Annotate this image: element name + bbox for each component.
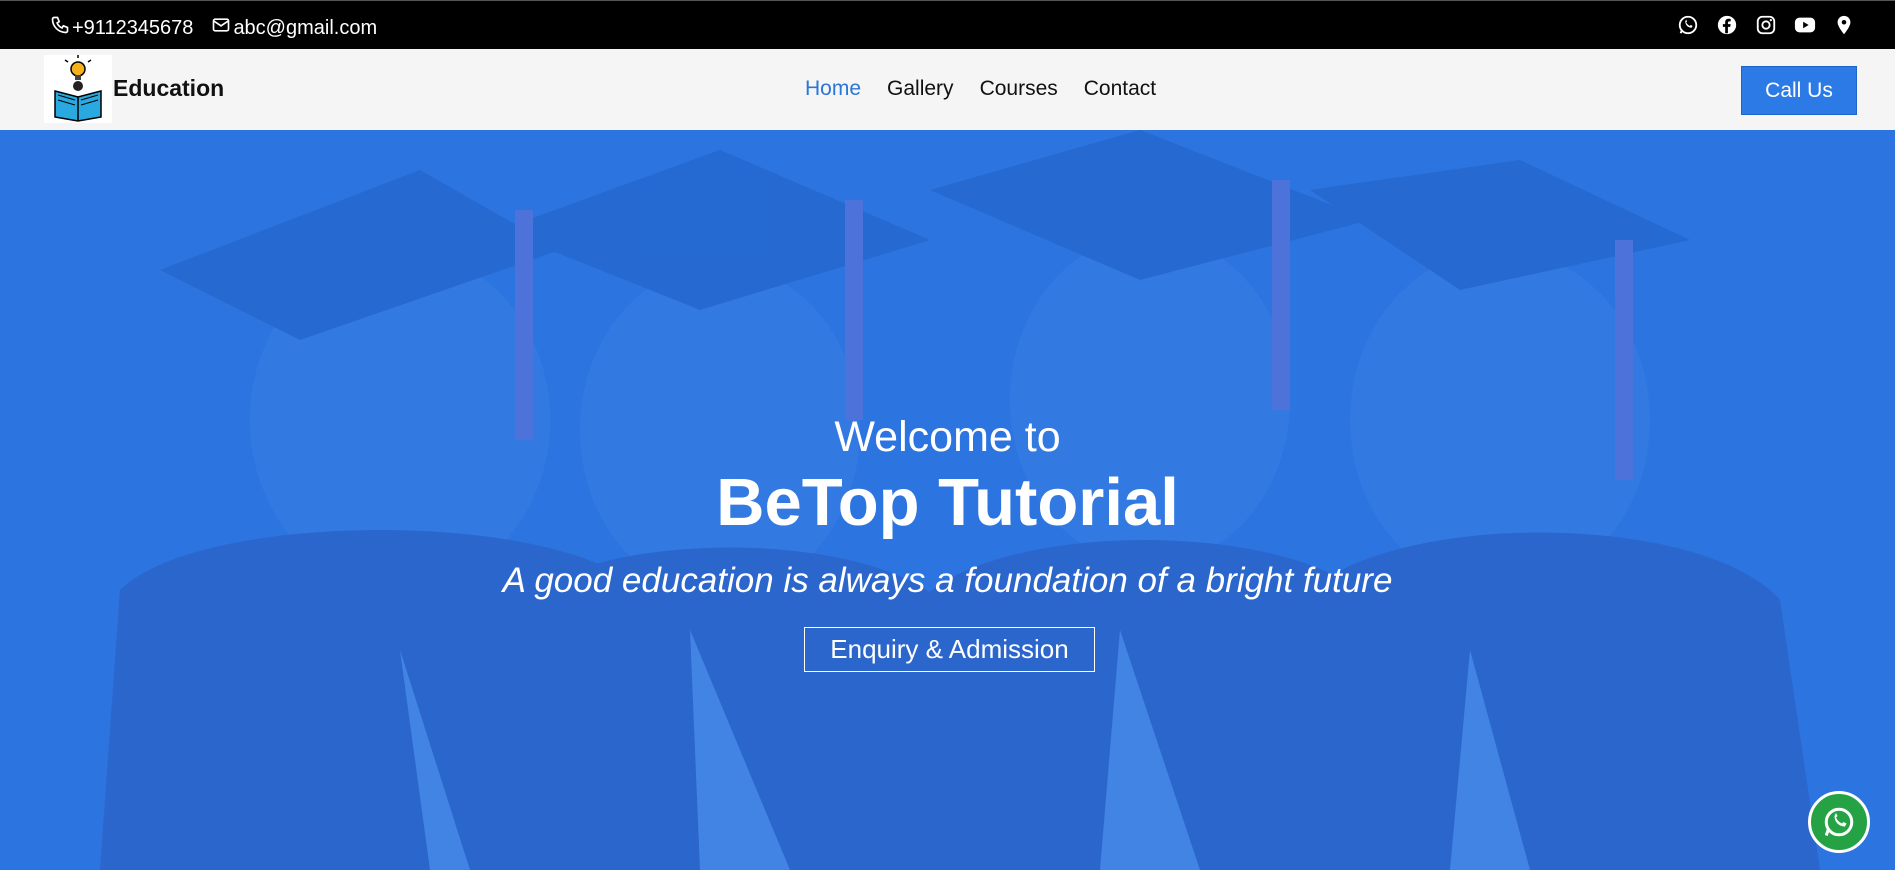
whatsapp-icon	[1821, 804, 1857, 840]
email-link[interactable]: abc@gmail.com	[211, 15, 377, 41]
nav-links: Home Gallery Courses Contact	[805, 77, 1182, 101]
phone-number: +9112345678	[72, 16, 194, 39]
contact-info: +9112345678 abc@gmail.com	[50, 15, 395, 41]
book-lightbulb-icon	[54, 55, 102, 122]
youtube-icon[interactable]	[1794, 14, 1816, 36]
whatsapp-icon[interactable]	[1677, 14, 1699, 36]
enquiry-admission-button[interactable]: Enquiry & Admission	[804, 627, 1095, 672]
hero-content: Welcome to BeTop Tutorial A good educati…	[0, 130, 1895, 870]
nav-link-home[interactable]: Home	[805, 77, 861, 101]
nav-link-contact[interactable]: Contact	[1084, 77, 1156, 101]
social-links	[1660, 14, 1855, 36]
hero-tagline: A good education is always a foundation …	[502, 561, 1393, 600]
location-pin-icon[interactable]	[1833, 14, 1855, 36]
hero-section: Welcome to BeTop Tutorial A good educati…	[0, 130, 1895, 870]
hero-title: BeTop Tutorial	[716, 465, 1179, 540]
nav-link-courses[interactable]: Courses	[980, 77, 1058, 101]
call-us-button[interactable]: Call Us	[1741, 66, 1857, 115]
whatsapp-float-button[interactable]	[1808, 791, 1870, 853]
facebook-icon[interactable]	[1716, 14, 1738, 36]
brand-name[interactable]: Education	[113, 75, 224, 102]
envelope-icon	[211, 15, 233, 41]
hero-welcome: Welcome to	[834, 413, 1061, 461]
main-navbar: Education Home Gallery Courses Contact C…	[0, 49, 1895, 130]
email-address: abc@gmail.com	[233, 16, 378, 39]
site-logo[interactable]	[44, 55, 112, 123]
nav-link-gallery[interactable]: Gallery	[887, 77, 954, 101]
instagram-icon[interactable]	[1755, 14, 1777, 36]
phone-icon	[50, 15, 72, 41]
phone-link[interactable]: +9112345678	[50, 15, 193, 41]
top-bar: +9112345678 abc@gmail.com	[0, 0, 1895, 49]
